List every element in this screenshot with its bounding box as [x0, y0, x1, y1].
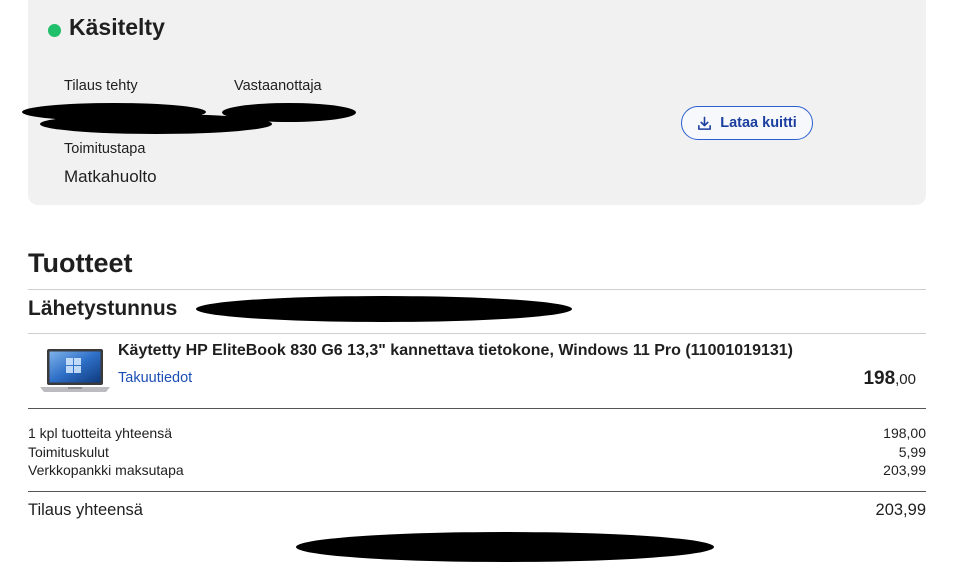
divider — [28, 491, 926, 492]
delivery-method-label: Toimitustapa — [64, 141, 146, 157]
product-price-whole: 198 — [863, 368, 896, 389]
redacted-shipment-id — [196, 296, 572, 322]
order-status-title: Käsitelty — [69, 14, 165, 40]
laptop-image — [40, 349, 110, 392]
redacted-recipient — [222, 103, 356, 122]
summary-value: 198,00 — [883, 425, 926, 441]
shipment-id-label: Lähetystunnus — [28, 297, 178, 320]
summary-label: Verkkopankki maksutapa — [28, 462, 184, 478]
redacted-footer — [296, 532, 714, 562]
order-made-label: Tilaus tehty — [64, 78, 138, 94]
product-price-decimal: ,00 — [895, 371, 916, 388]
products-heading: Tuotteet — [28, 248, 133, 278]
summary-value: 5,99 — [898, 444, 926, 460]
download-icon — [698, 116, 712, 130]
status-indicator-dot — [48, 24, 61, 37]
summary-label: Toimituskulut — [28, 444, 109, 460]
order-total-value: 203,99 — [875, 501, 926, 519]
product-price: 198,00 — [863, 368, 916, 390]
summary-label: 1 kpl tuotteita yhteensä — [28, 425, 172, 441]
download-receipt-label: Lataa kuitti — [720, 115, 797, 131]
recipient-label: Vastaanottaja — [234, 78, 322, 94]
order-total-label: Tilaus yhteensä — [28, 501, 143, 519]
divider — [28, 333, 926, 334]
divider — [28, 408, 926, 409]
delivery-method-value: Matkahuolto — [64, 167, 157, 186]
warranty-info-link[interactable]: Takuutiedot — [118, 370, 192, 386]
divider — [28, 289, 926, 290]
summary-value: 203,99 — [883, 462, 926, 478]
download-receipt-button[interactable]: Lataa kuitti — [681, 106, 813, 140]
product-name: Käytetty HP EliteBook 830 G6 13,3" kanne… — [118, 342, 793, 359]
